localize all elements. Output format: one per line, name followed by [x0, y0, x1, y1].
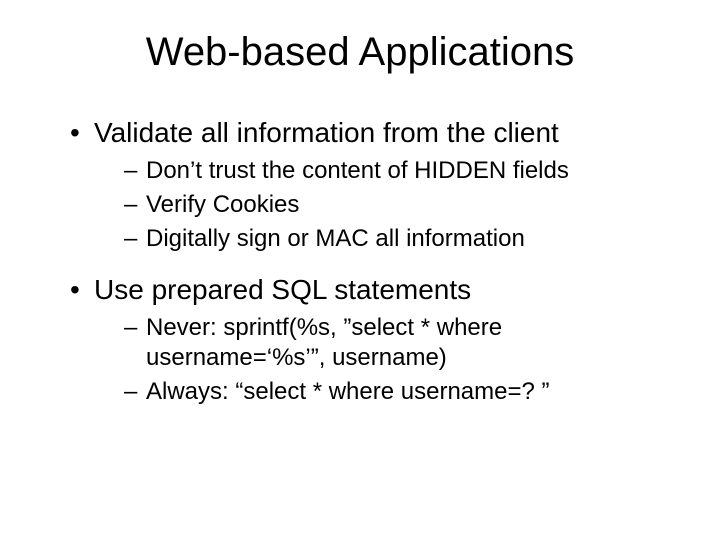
sub-bullet-text: Don’t trust the content of HIDDEN fields	[146, 157, 569, 184]
slide: Web-based Applications Validate all info…	[0, 0, 720, 540]
sub-bullet-text: Always: “select * where username=? ”	[146, 378, 550, 405]
sub-bullet-item: Always: “select * where username=? ”	[124, 377, 670, 407]
sub-bullet-list: Never: sprintf(%s, ”select * where usern…	[94, 313, 670, 407]
bullet-list: Validate all information from the client…	[50, 115, 670, 407]
sub-bullet-list: Don’t trust the content of HIDDEN fields…	[94, 156, 670, 254]
slide-title: Web-based Applications	[50, 30, 670, 75]
sub-bullet-item: Never: sprintf(%s, ”select * where usern…	[124, 313, 670, 373]
bullet-text: Validate all information from the client	[94, 117, 559, 148]
sub-bullet-item: Don’t trust the content of HIDDEN fields	[124, 156, 670, 186]
bullet-text: Use prepared SQL statements	[94, 274, 471, 305]
sub-bullet-text: Verify Cookies	[146, 191, 299, 218]
sub-bullet-text: Never: sprintf(%s, ”select * where usern…	[146, 314, 502, 371]
sub-bullet-item: Verify Cookies	[124, 190, 670, 220]
sub-bullet-text: Digitally sign or MAC all information	[146, 225, 525, 252]
bullet-item: Use prepared SQL statements Never: sprin…	[70, 272, 670, 407]
bullet-item: Validate all information from the client…	[70, 115, 670, 254]
sub-bullet-item: Digitally sign or MAC all information	[124, 224, 670, 254]
